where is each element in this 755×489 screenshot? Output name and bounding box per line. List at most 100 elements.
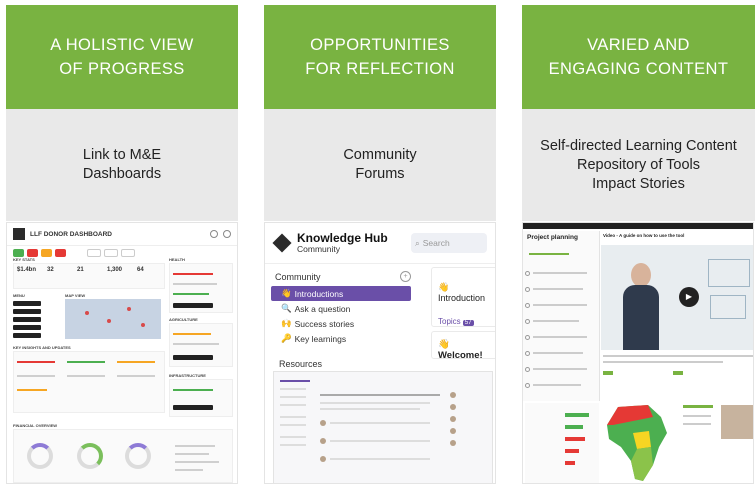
map-marker[interactable] — [127, 307, 131, 311]
view-health-button[interactable] — [173, 303, 213, 308]
sidebar-item-introductions[interactable]: 👋 Introductions — [271, 286, 411, 301]
lesson-item[interactable] — [533, 320, 579, 322]
video-title: Video - A guide on how to use the tool — [603, 233, 685, 238]
video-player[interactable]: ▶ — [601, 245, 753, 350]
infrastructure-bar — [173, 389, 213, 391]
mini-nav — [280, 388, 306, 390]
forum-thread-preview[interactable] — [273, 371, 493, 483]
community-heading: Community — [275, 271, 321, 282]
add-community-icon[interactable]: + — [400, 271, 411, 282]
play-icon[interactable]: ▶ — [679, 287, 699, 307]
lesson-item[interactable] — [533, 272, 587, 274]
filter-chip[interactable] — [87, 249, 102, 257]
member-avatar — [450, 428, 456, 434]
lesson-item[interactable] — [533, 352, 583, 354]
settings-icon[interactable] — [223, 230, 231, 238]
banner-line-2: ENGAGING CONTENT — [548, 60, 729, 78]
menu-button[interactable] — [13, 301, 41, 306]
insight-bar — [67, 375, 105, 377]
hub-logo — [272, 233, 292, 253]
filter-chip[interactable] — [26, 249, 38, 257]
lesson-item[interactable] — [533, 304, 587, 306]
menu-button[interactable] — [13, 333, 41, 338]
filter-chip[interactable] — [13, 249, 24, 257]
lesson-check-icon[interactable] — [525, 271, 530, 276]
sidebar-item-label: Key learnings — [294, 333, 347, 344]
search-input[interactable]: ⌕ Search — [411, 233, 487, 253]
menu-button[interactable] — [13, 317, 41, 322]
lesson-check-icon[interactable] — [525, 367, 530, 372]
section-label: MAP VIEW — [65, 293, 86, 298]
resource-tag[interactable] — [673, 371, 683, 375]
subtitle-box-learning: Self-directed Learning Content Repositor… — [522, 109, 755, 221]
lesson-check-icon[interactable] — [525, 351, 530, 356]
lesson-item[interactable] — [533, 368, 587, 370]
progress-ring — [27, 443, 53, 469]
map-marker[interactable] — [141, 323, 145, 327]
hub-name: Knowledge Hub — [297, 231, 388, 245]
view-infrastructure-button[interactable] — [173, 405, 213, 410]
filter-chip[interactable] — [54, 249, 67, 257]
map-view[interactable] — [65, 299, 161, 339]
lesson-check-icon[interactable] — [525, 303, 530, 308]
sidebar-item-label: Success stories — [294, 318, 355, 329]
filter-chip[interactable] — [40, 249, 52, 257]
finance-bar — [175, 461, 219, 463]
sidebar-item-key-learnings[interactable]: 🔑 Key learnings — [271, 331, 411, 346]
lesson-item[interactable] — [533, 336, 587, 338]
view-agriculture-button[interactable] — [173, 355, 213, 360]
avatar — [320, 420, 326, 426]
lesson-item[interactable] — [533, 384, 581, 386]
insight-bar — [17, 375, 55, 377]
mini-nav — [280, 416, 306, 418]
mini-nav — [280, 444, 306, 446]
subtitle-line-2: Repository of Tools — [576, 156, 701, 173]
menu-button[interactable] — [13, 309, 41, 314]
map-marker[interactable] — [85, 311, 89, 315]
resource-tag[interactable] — [603, 371, 613, 375]
filter-chip[interactable] — [121, 249, 135, 257]
post-line — [320, 408, 420, 410]
subtitle-box-dashboards: Link to M&E Dashboards — [6, 109, 238, 221]
sidebar-item-label: Introductions — [294, 288, 344, 299]
infrastructure-panel — [169, 379, 233, 417]
welcome-title: 👋 Welcome! — [438, 339, 483, 361]
whiteboard-graphic — [708, 259, 750, 287]
lesson-check-icon[interactable] — [525, 383, 530, 388]
introduction-title: 👋 Introduction — [438, 282, 486, 303]
lesson-check-icon[interactable] — [525, 287, 530, 292]
lesson-sidebar-title: Project planning — [527, 234, 578, 241]
insight-bar — [17, 389, 47, 391]
subtitle-line-1: Community — [343, 147, 417, 163]
lesson-check-icon[interactable] — [525, 335, 530, 340]
knowledge-hub-screenshot[interactable]: Knowledge Hub Community ⌕ Search Communi… — [264, 222, 496, 484]
user-icon[interactable] — [210, 230, 218, 238]
finance-bar — [175, 469, 203, 471]
menu-button[interactable] — [13, 325, 41, 330]
banner-varied-content: VARIED AND ENGAGING CONTENT — [522, 5, 755, 109]
stat-value: $1.4bn — [17, 267, 37, 273]
story-photo — [721, 405, 753, 439]
sidebar-item-ask-question[interactable]: 🔍 Ask a question — [271, 301, 411, 316]
agriculture-panel — [169, 323, 233, 367]
learning-screenshot[interactable]: Project planning Video - A guide on how … — [522, 222, 754, 484]
finance-bar — [175, 445, 215, 447]
welcome-card[interactable]: 👋 Welcome! — [431, 331, 495, 361]
filter-chip[interactable] — [104, 249, 119, 257]
lesson-check-icon[interactable] — [525, 319, 530, 324]
introduction-card[interactable]: 👋 Introduction Topics 57 — [431, 267, 495, 327]
progress-bar — [529, 253, 569, 255]
member-avatar — [450, 404, 456, 410]
lesson-item[interactable] — [533, 288, 583, 290]
member-avatar — [450, 416, 456, 422]
hub-sidebar: Community + 👋 Introductions 🔍 Ask a ques… — [271, 271, 411, 346]
map-marker[interactable] — [107, 319, 111, 323]
feature-column-progress: A HOLISTIC VIEW OF PROGRESS Link to M&E … — [6, 5, 238, 221]
progress-ring — [77, 443, 103, 469]
dashboard-screenshot[interactable]: LLF DONOR DASHBOARD KEY STATS $1.4bn 32 … — [6, 222, 238, 484]
mini-nav — [280, 396, 306, 398]
section-label: AGRICULTURE — [169, 317, 198, 322]
avatar — [320, 456, 326, 462]
sidebar-item-success-stories[interactable]: 🙌 Success stories — [271, 316, 411, 331]
africa-map — [607, 405, 667, 481]
